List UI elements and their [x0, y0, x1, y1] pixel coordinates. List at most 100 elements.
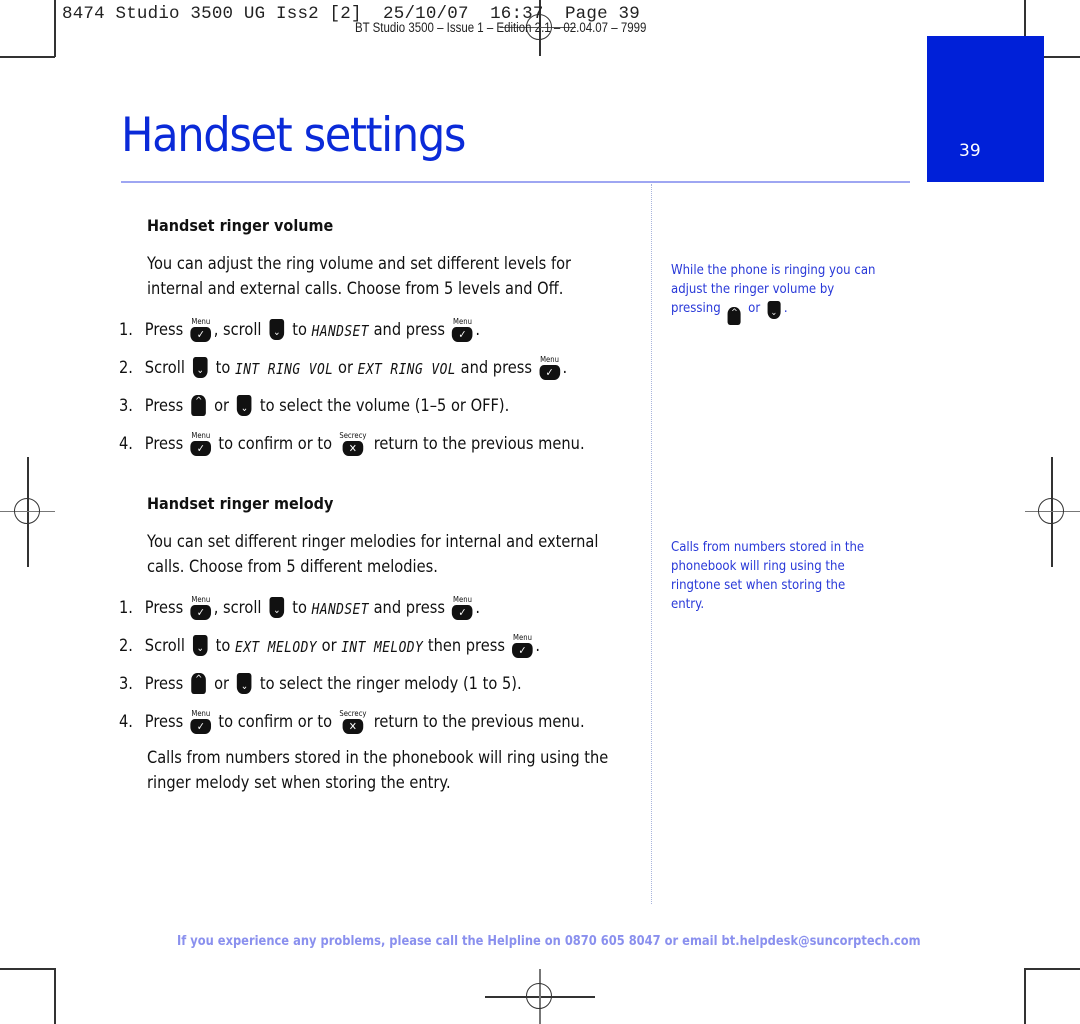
- section-heading-ringer-volume: Handset ringer volume: [147, 216, 334, 235]
- check-icon: ✓: [190, 327, 212, 342]
- step-text: to select the ringer melody (1 to 5).: [255, 674, 522, 694]
- step-text: or: [316, 636, 342, 656]
- scroll-down-key-icon: ⌄: [192, 357, 208, 378]
- step-text: to: [287, 320, 312, 340]
- page-number-tab: 39: [927, 36, 1044, 182]
- ringer-melody-outro: Calls from numbers stored in the phonebo…: [147, 748, 609, 793]
- step-text: return to the previous menu.: [369, 434, 585, 454]
- side-note-phonebook-ringtone: Calls from numbers stored in the phonebo…: [671, 539, 865, 612]
- menu-key-icon: Menu ✓: [452, 596, 473, 620]
- ringer-volume-step-3: 3. Press ^ or ⌄ to select the volume (1–…: [119, 388, 509, 416]
- step-text: return to the previous menu.: [369, 712, 585, 732]
- secrecy-key-icon: Secrecy ✕: [339, 710, 366, 734]
- secrecy-key-icon: Secrecy ✕: [339, 432, 366, 456]
- menu-key-icon: Menu ✓: [452, 318, 473, 342]
- scroll-up-key-icon: ^: [727, 307, 741, 325]
- lcd-text: INT RING VOL: [235, 360, 334, 378]
- lcd-text: INT MELODY: [341, 638, 424, 656]
- check-icon: ✓: [190, 719, 212, 734]
- step-text: Press: [144, 674, 188, 694]
- step-number: 3.: [119, 674, 133, 694]
- menu-key-icon: Menu ✓: [190, 432, 212, 456]
- key-label: Secrecy: [339, 709, 367, 718]
- step-text: to select the volume (1–5 or OFF).: [255, 396, 510, 416]
- step-text: , scroll: [213, 598, 267, 618]
- key-label: Menu: [191, 317, 211, 326]
- lcd-text: EXT MELODY: [235, 638, 317, 656]
- step-text: Scroll: [144, 636, 190, 656]
- step-text: or: [333, 358, 358, 378]
- step-text: Press: [144, 712, 188, 732]
- check-icon: ✓: [512, 643, 533, 658]
- step-text: and press: [368, 598, 450, 618]
- step-text: to: [211, 636, 236, 656]
- lcd-text: HANDSET: [311, 322, 369, 340]
- ringer-melody-step-1: 1. Press Menu ✓ , scroll ⌄ to HANDSET and…: [119, 590, 481, 620]
- key-label: Menu: [513, 633, 532, 642]
- step-number: 1.: [119, 320, 133, 340]
- step-text: to: [287, 598, 312, 618]
- helpline-footer: If you experience any problems, please c…: [177, 933, 921, 949]
- page-title: Handset settings: [121, 108, 466, 163]
- menu-key-icon: Menu ✓: [539, 356, 560, 380]
- step-text: .: [475, 320, 481, 340]
- cross-icon: ✕: [342, 441, 364, 456]
- scroll-down-key-icon: ⌄: [237, 673, 252, 694]
- section-heading-ringer-melody: Handset ringer melody: [147, 494, 334, 513]
- check-icon: ✓: [190, 441, 212, 456]
- lcd-text: HANDSET: [311, 600, 369, 618]
- step-text: Scroll: [144, 358, 190, 378]
- edition-slug: BT Studio 3500 – Issue 1 – Edition 2.1 –…: [355, 20, 647, 35]
- lcd-text: EXT RING VOL: [357, 360, 456, 378]
- check-icon: ✓: [452, 327, 473, 342]
- step-text: to: [211, 358, 236, 378]
- step-number: 1.: [119, 598, 133, 618]
- scroll-down-key-icon: ⌄: [237, 395, 252, 416]
- key-label: Menu: [453, 317, 472, 326]
- key-label: Secrecy: [339, 431, 367, 440]
- key-label: Menu: [453, 595, 472, 604]
- scroll-down-key-icon: ⌄: [269, 597, 285, 618]
- step-text: to confirm or to: [213, 712, 337, 732]
- step-text: Press: [144, 396, 188, 416]
- menu-key-icon: Menu ✓: [190, 595, 212, 620]
- step-text: Press: [144, 434, 188, 454]
- check-icon: ✓: [452, 605, 473, 620]
- title-rule: [121, 181, 910, 183]
- step-number: 4.: [119, 712, 133, 732]
- ringer-melody-step-3: 3. Press ^ or ⌄ to select the ringer mel…: [119, 666, 522, 694]
- scroll-up-key-icon: ^: [191, 395, 206, 416]
- step-text: to confirm or to: [213, 434, 337, 454]
- step-text: .: [562, 358, 568, 378]
- ringer-volume-step-1: 1. Press Menu ✓ , scroll ⌄ to HANDSET and…: [119, 312, 481, 342]
- step-text: and press: [368, 320, 450, 340]
- scroll-down-key-icon: ⌄: [767, 301, 781, 319]
- scroll-down-key-icon: ⌄: [192, 635, 208, 656]
- cross-icon: ✕: [342, 719, 364, 734]
- check-icon: ✓: [539, 365, 560, 380]
- scroll-up-key-icon: ^: [191, 673, 206, 694]
- step-text: and press: [455, 358, 537, 378]
- scroll-down-key-icon: ⌄: [269, 319, 285, 340]
- step-text: .: [475, 598, 481, 618]
- key-label: Menu: [540, 355, 559, 364]
- step-text: then press: [423, 636, 510, 656]
- ringer-volume-step-2: 2. Scroll ⌄ to INT RING VOL or EXT RING …: [119, 350, 568, 380]
- step-number: 4.: [119, 434, 133, 454]
- key-label: Menu: [191, 709, 211, 718]
- side-note-ringer-volume: While the phone is ringing you can adjus…: [671, 261, 880, 325]
- note-text: .: [783, 300, 788, 316]
- note-text: or: [744, 300, 764, 316]
- page-number: 39: [959, 141, 981, 161]
- step-number: 2.: [119, 358, 133, 378]
- menu-key-icon: Menu ✓: [190, 317, 212, 342]
- ringer-melody-intro: You can set different ringer melodies fo…: [147, 532, 599, 577]
- step-text: , scroll: [213, 320, 267, 340]
- step-text: Press: [144, 598, 188, 618]
- step-number: 2.: [119, 636, 133, 656]
- ringer-volume-step-4: 4. Press Menu ✓ to confirm or to Secrecy ✕…: [119, 426, 585, 456]
- step-number: 3.: [119, 396, 133, 416]
- step-text: or: [209, 674, 234, 694]
- step-text: .: [535, 636, 541, 656]
- key-label: Menu: [191, 595, 211, 604]
